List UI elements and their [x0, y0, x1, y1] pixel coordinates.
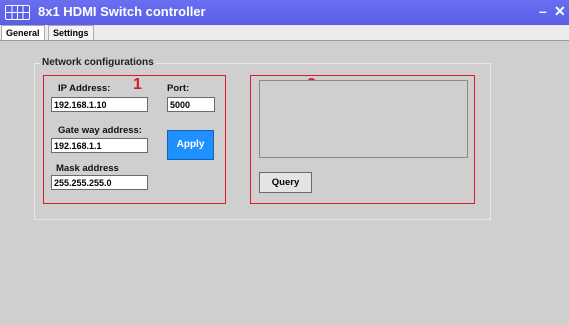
tab-general[interactable]: General	[1, 25, 45, 40]
query-button[interactable]: Query	[259, 172, 312, 193]
title-bar: 8x1 HDMI Switch controller – ✕	[0, 0, 569, 25]
apply-button[interactable]: Apply	[167, 130, 214, 160]
window-title: 8x1 HDMI Switch controller	[38, 4, 206, 19]
network-config-title: Network configurations	[40, 57, 156, 68]
tab-bar: General Settings	[0, 25, 569, 41]
minimize-button[interactable]: –	[539, 3, 547, 19]
port-label: Port:	[167, 83, 190, 94]
mask-address-field[interactable]: 255.255.255.0	[51, 175, 148, 190]
hdmi-switch-icon	[5, 5, 30, 20]
annotation-number-1: 1	[133, 76, 142, 93]
mask-address-label: Mask address	[56, 163, 119, 174]
gateway-address-label: Gate way address:	[58, 125, 142, 136]
ip-address-field[interactable]: 192.168.1.10	[51, 97, 148, 112]
ip-address-label: IP Address:	[58, 83, 111, 94]
tab-settings[interactable]: Settings	[48, 25, 94, 40]
gateway-address-field[interactable]: 192.168.1.1	[51, 138, 148, 153]
close-button[interactable]: ✕	[554, 3, 566, 20]
query-result-area[interactable]	[259, 80, 468, 158]
port-field[interactable]: 5000	[167, 97, 215, 112]
